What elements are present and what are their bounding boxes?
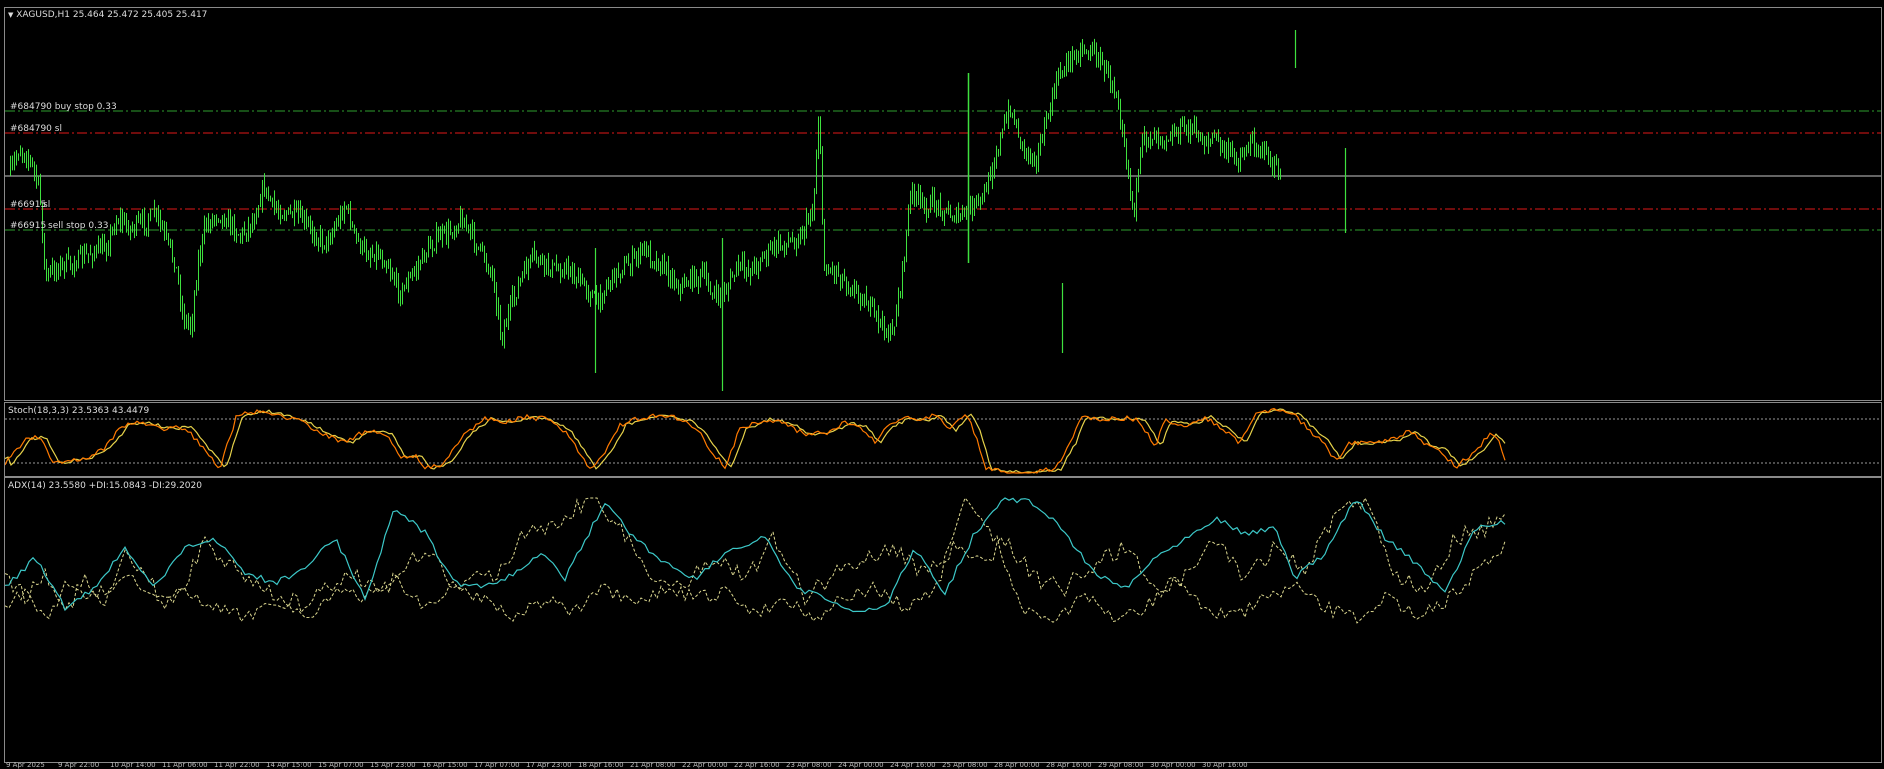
- time-axis: 9 Apr 2025 9 Apr 22:00 10 Apr 14:00 11 Apr …: [0, 762, 1884, 769]
- time-axis-label: 18 Apr 16:00: [578, 762, 624, 769]
- order-label-sell-stop-id[interactable]: #66915: [10, 221, 46, 231]
- chart-title: ▼ XAGUSD,H1 25.464 25.472 25.405 25.417: [8, 10, 207, 20]
- time-axis-label: 22 Apr 00:00: [682, 762, 728, 769]
- stochastic-canvas: [5, 407, 1881, 474]
- time-axis-label: 23 Apr 08:00: [786, 762, 832, 769]
- price-chart-pane[interactable]: ▼ XAGUSD,H1 25.464 25.472 25.405 25.417 …: [4, 7, 1882, 401]
- stochastic-pane[interactable]: Stoch(18,3,3) 23.5363 43.4479: [4, 402, 1882, 477]
- time-axis-label: 10 Apr 14:00: [110, 762, 156, 769]
- time-axis-label: 30 Apr 16:00: [1202, 762, 1248, 769]
- time-axis-label: 28 Apr 16:00: [1046, 762, 1092, 769]
- time-axis-label: 9 Apr 22:00: [58, 762, 100, 769]
- top-toolbar-strip: [0, 0, 1884, 6]
- adx-line: [5, 497, 1506, 613]
- adx-canvas: [5, 496, 1506, 624]
- time-axis-label: 28 Apr 00:00: [994, 762, 1040, 769]
- time-axis-label: 21 Apr 08:00: [630, 762, 676, 769]
- time-axis-label: 14 Apr 15:00: [266, 762, 312, 769]
- stochastic-label: Stoch(18,3,3) 23.5363 43.4479: [8, 406, 150, 416]
- time-axis-label: 25 Apr 08:00: [942, 762, 988, 769]
- time-axis-label: 11 Apr 06:00: [162, 762, 208, 769]
- order-label-sell-stop-sl-id[interactable]: #66915: [10, 200, 46, 210]
- time-axis-label: 17 Apr 07:00: [474, 762, 520, 769]
- time-axis-label: 15 Apr 23:00: [370, 762, 416, 769]
- order-label-sell-stop[interactable]: sell stop 0.33: [48, 221, 108, 231]
- collapse-arrow-icon[interactable]: ▼: [8, 11, 13, 19]
- time-axis-label: 17 Apr 23:00: [526, 762, 572, 769]
- time-axis-label: 22 Apr 16:00: [734, 762, 780, 769]
- order-label-buy-stop-sl[interactable]: #684790 sl: [10, 124, 62, 134]
- time-axis-label: 24 Apr 00:00: [838, 762, 884, 769]
- time-axis-label: 11 Apr 22:00: [214, 762, 260, 769]
- time-axis-label: 30 Apr 00:00: [1150, 762, 1196, 769]
- time-axis-label: 15 Apr 07:00: [318, 762, 364, 769]
- adx-label: ADX(14) 23.5580 +DI:15.0843 -DI:29.2020: [8, 481, 202, 491]
- time-axis-label: 9 Apr 2025: [6, 762, 45, 769]
- order-label-sell-stop-sl[interactable]: sl: [43, 200, 50, 210]
- time-axis-label: 29 Apr 08:00: [1098, 762, 1144, 769]
- price-chart-canvas: [5, 30, 1881, 391]
- time-axis-label: 16 Apr 15:00: [422, 762, 468, 769]
- time-axis-label: 24 Apr 16:00: [890, 762, 936, 769]
- order-label-buy-stop[interactable]: #684790 buy stop 0.33: [10, 102, 117, 112]
- chart-symbol-ohlc: XAGUSD,H1 25.464 25.472 25.405 25.417: [16, 10, 208, 20]
- adx-pane[interactable]: ADX(14) 23.5580 +DI:15.0843 -DI:29.2020: [4, 477, 1882, 763]
